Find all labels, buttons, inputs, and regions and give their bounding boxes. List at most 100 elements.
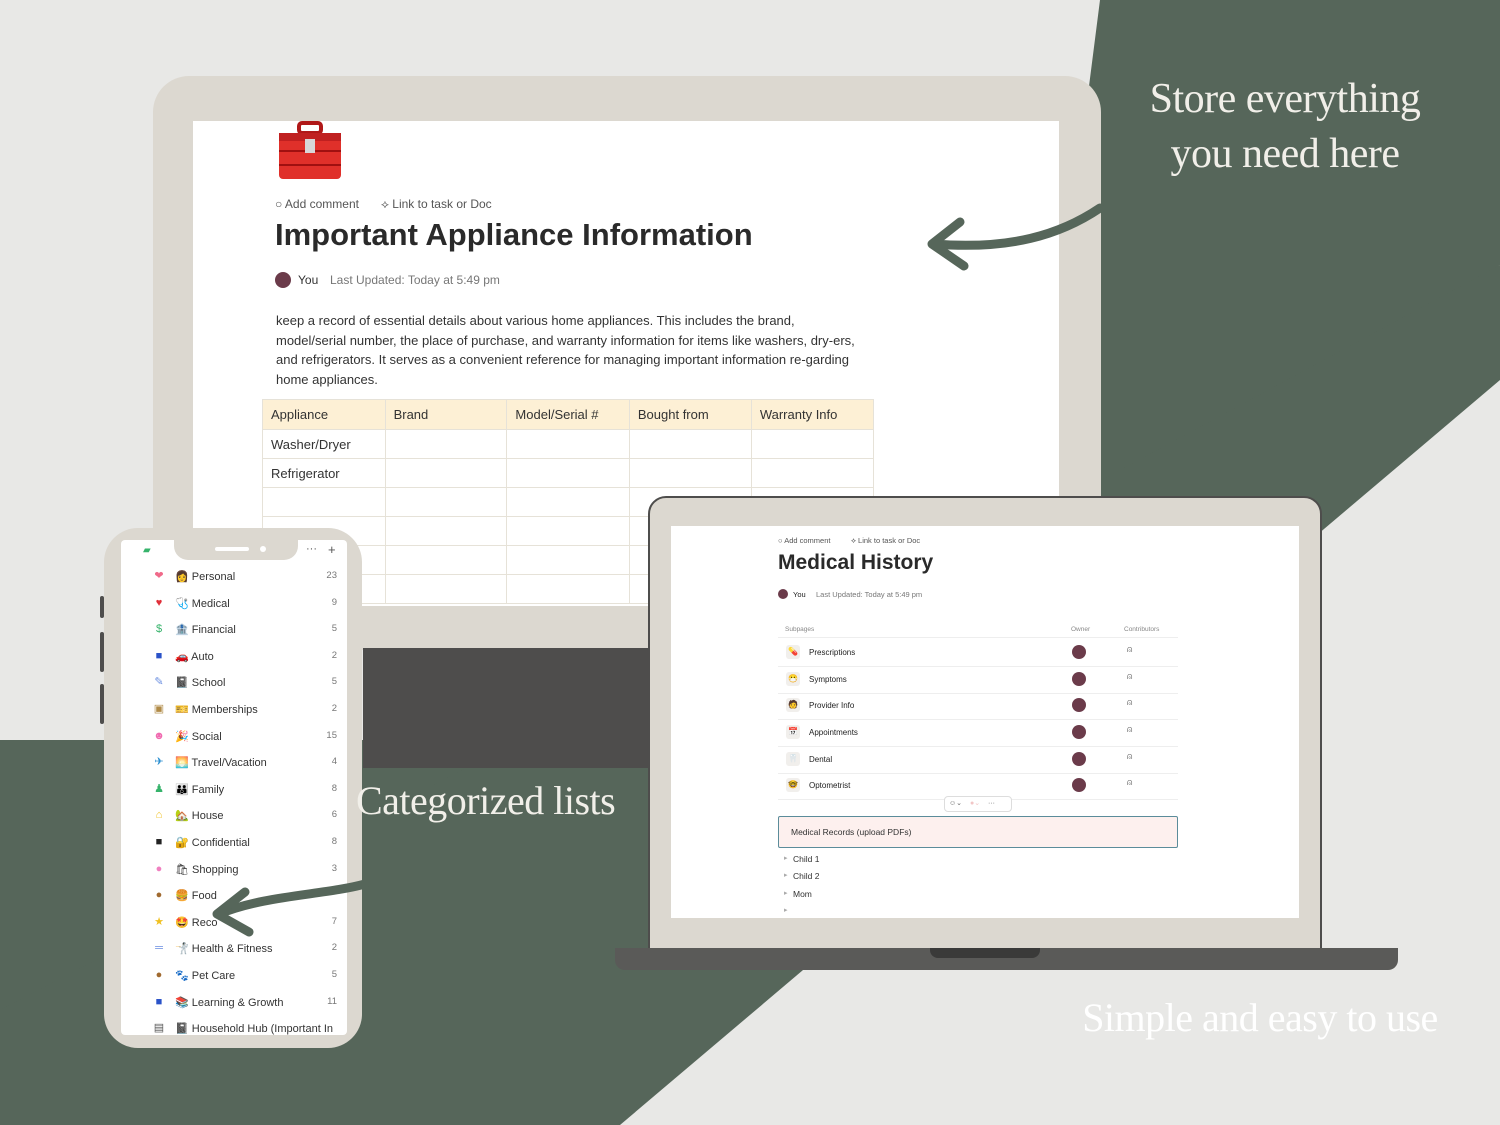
- category-item[interactable]: ▣ 🎫 Memberships 2: [121, 697, 347, 724]
- table-cell[interactable]: [384, 545, 508, 575]
- add-comment-button[interactable]: ○ Add comment: [275, 195, 359, 213]
- table-cell[interactable]: [506, 516, 630, 546]
- smile-icon: ☻: [153, 729, 165, 742]
- table-cell[interactable]: [384, 429, 508, 459]
- table-header[interactable]: Brand: [384, 399, 508, 430]
- chevron-right-icon[interactable]: ▸: [784, 871, 788, 879]
- category-item[interactable]: $ 🏦 Financial 5: [121, 617, 347, 644]
- table-header[interactable]: Model/Serial #: [506, 399, 630, 430]
- subpage-row[interactable]: 😷 Symptoms ⍝: [778, 666, 1178, 694]
- category-item[interactable]: ■ 🚗 Auto 2: [121, 644, 347, 671]
- chevron-right-icon[interactable]: ▸: [784, 889, 788, 897]
- chevron-right-icon[interactable]: ▸: [784, 854, 788, 862]
- pencil-icon: ✎: [154, 676, 164, 689]
- table-cell[interactable]: Washer/Dryer: [262, 429, 386, 459]
- owner-avatar[interactable]: [1072, 752, 1086, 766]
- table-cell[interactable]: [628, 429, 752, 459]
- people-icon: ♟: [154, 782, 164, 795]
- table-header[interactable]: Warranty Info: [750, 399, 875, 430]
- table-cell[interactable]: [506, 545, 630, 575]
- more-button[interactable]: ···: [306, 543, 317, 555]
- emoji-picker-button[interactable]: ☺⌄: [949, 800, 962, 807]
- category-item[interactable]: ■ 📚 Learning & Growth 11: [121, 990, 347, 1017]
- add-comment-button[interactable]: ○ Add comment: [778, 536, 830, 545]
- table-cell[interactable]: [262, 487, 386, 517]
- comment-icon: ○: [275, 197, 285, 211]
- category-label: 🏦 Financial: [175, 624, 236, 637]
- category-item[interactable]: ☻ 🎉 Social 15: [121, 724, 347, 751]
- contributor-icon[interactable]: ⍝: [1127, 751, 1132, 762]
- category-count: 2: [331, 703, 337, 714]
- category-item[interactable]: ♟ 👪 Family 8: [121, 777, 347, 804]
- contributor-icon[interactable]: ⍝: [1127, 777, 1132, 788]
- arrow-icon: [927, 203, 1105, 271]
- contributor-icon[interactable]: ⍝: [1127, 697, 1132, 708]
- category-item[interactable]: ✎ 📓 School 5: [121, 670, 347, 697]
- category-item[interactable]: ● 🐾 Pet Care 5: [121, 963, 347, 990]
- category-item[interactable]: ♥ 🩺 Medical 9: [121, 591, 347, 618]
- contributor-icon[interactable]: ⍝: [1127, 644, 1132, 655]
- subpage-row[interactable]: 🦷 Dental ⍝: [778, 746, 1178, 774]
- category-label: 👪 Family: [175, 783, 225, 796]
- avatar[interactable]: [778, 589, 788, 599]
- table-cell[interactable]: [750, 429, 875, 459]
- folder-icon[interactable]: ▰: [143, 545, 151, 556]
- medical-records-box[interactable]: Medical Records (upload PDFs): [778, 816, 1178, 848]
- table-cell[interactable]: [384, 574, 508, 604]
- subpage-row[interactable]: 📅 Appointments ⍝: [778, 719, 1178, 747]
- category-item[interactable]: ▤ 📓 Household Hub (Important In: [121, 1016, 347, 1035]
- table-cell[interactable]: [506, 574, 630, 604]
- child-toggle[interactable]: Mom: [793, 889, 812, 899]
- money-icon: $: [155, 623, 163, 636]
- laptop-stand-shadow: [363, 648, 663, 768]
- table-cell[interactable]: [506, 487, 630, 517]
- child-toggle[interactable]: Child 2: [793, 871, 819, 881]
- contributors-header: Contributors: [1124, 626, 1160, 633]
- category-label: 🐾 Pet Care: [175, 970, 236, 982]
- child-toggle[interactable]: Child 1: [793, 854, 819, 864]
- table-cell[interactable]: [506, 429, 630, 459]
- description[interactable]: keep a record of essential details about…: [276, 311, 856, 389]
- avatar[interactable]: [275, 272, 291, 288]
- table-cell[interactable]: Refrigerator: [262, 458, 386, 488]
- category-item[interactable]: ⌂ 🏡 House 6: [121, 803, 347, 830]
- subpage-row[interactable]: 💊 Prescriptions ⍝: [778, 639, 1178, 667]
- subpage-row[interactable]: 🧑 Provider Info ⍝: [778, 692, 1178, 720]
- headline-store: Store everything you need here: [1149, 76, 1421, 177]
- category-item[interactable]: ❤ 👩 Personal 23: [121, 564, 347, 591]
- category-item[interactable]: ✈ 🌅 Travel/Vacation 4: [121, 750, 347, 777]
- toolbox-icon: [279, 121, 341, 179]
- owner-avatar[interactable]: [1072, 698, 1086, 712]
- owner-avatar[interactable]: [1072, 725, 1086, 739]
- table-cell[interactable]: [506, 458, 630, 488]
- more-options-button[interactable]: ···: [988, 800, 995, 807]
- owner-avatar[interactable]: [1072, 778, 1086, 792]
- table-cell[interactable]: [384, 458, 508, 488]
- table-cell[interactable]: [384, 487, 508, 517]
- subpages-header: Subpages: [785, 626, 815, 633]
- category-label: 🎉 Social: [175, 730, 222, 743]
- owner-avatar[interactable]: [1072, 645, 1086, 659]
- medical-doc-screen: ○ Add comment ⟡ Link to task or Doc Medi…: [671, 526, 1299, 918]
- table-header[interactable]: Bought from: [628, 399, 752, 430]
- phone-screen: ▰ ··· + ❤ 👩 Personal 23 ♥ 🩺 Medical 9 $ 🏦 Finan…: [121, 540, 347, 1035]
- contributor-icon[interactable]: ⍝: [1127, 724, 1132, 735]
- category-count: 4: [331, 756, 337, 768]
- link-task-button[interactable]: ⟡ Link to task or Doc: [851, 536, 920, 546]
- table-cell[interactable]: [750, 458, 875, 488]
- table-cell[interactable]: [628, 458, 752, 488]
- link-task-button[interactable]: ⟡ Link to task or Doc: [381, 195, 492, 213]
- table-cell[interactable]: [384, 516, 508, 546]
- category-label: 🌅 Travel/Vacation: [175, 757, 267, 770]
- owner-avatar[interactable]: [1072, 672, 1086, 686]
- category-label: 🔐 Confidential: [175, 837, 250, 849]
- add-button[interactable]: +: [328, 542, 336, 557]
- table-header[interactable]: Appliance: [262, 399, 386, 430]
- headline-simple: Simple and easy to use: [1082, 995, 1438, 1040]
- contributor-icon[interactable]: ⍝: [1127, 671, 1132, 682]
- author-name: You: [793, 590, 806, 599]
- category-item[interactable]: ■ 🔐 Confidential 8: [121, 830, 347, 857]
- color-picker-button[interactable]: ●⌄: [970, 800, 980, 807]
- chevron-right-icon[interactable]: ▸: [784, 906, 788, 914]
- page-title: Medical History: [778, 551, 934, 574]
